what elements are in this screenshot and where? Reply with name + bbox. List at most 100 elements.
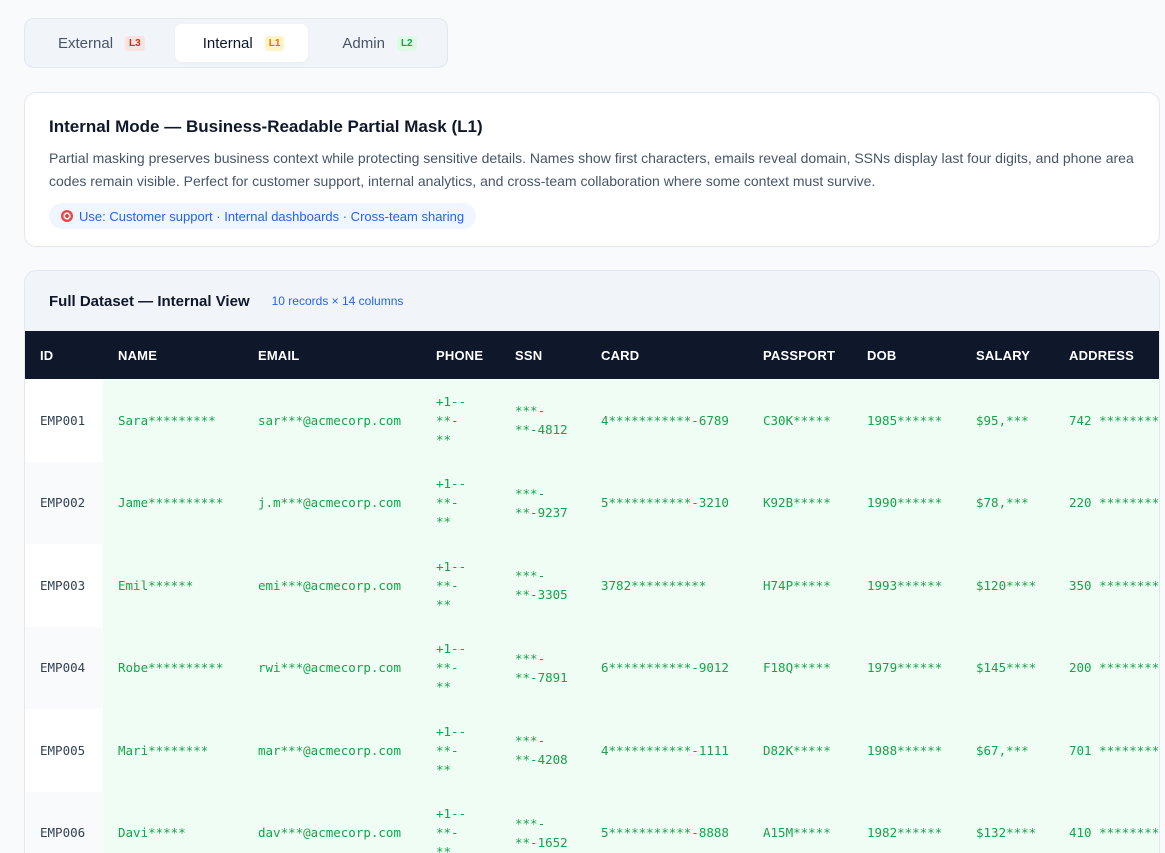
cell-ssn: ***- **-1652 (500, 791, 586, 853)
cell-ssn: ***- **-4208 (500, 709, 586, 792)
cell-ssn-line: **-7891 (515, 669, 568, 685)
tab-admin-level-badge: L2 (396, 35, 417, 51)
cell-phone-line: ** (436, 761, 452, 777)
cell-phone-line: ** (436, 596, 452, 612)
cell-salary: $95,*** (961, 379, 1054, 462)
cell-ssn-line: ***- (515, 650, 546, 666)
table-body: EMP001 Sara********* sar***@acmecorp.com +1… (25, 379, 1159, 853)
cell-passport: D82K***** (748, 709, 852, 792)
cell-name: Mari******** (103, 709, 243, 792)
tab-admin-label: Admin (342, 34, 385, 52)
cell-email: emi***@acmecorp.com (243, 544, 421, 627)
cell-card: 5***********-3210 (586, 461, 748, 544)
mode-description: Partial masking preserves business conte… (49, 150, 1134, 189)
cell-phone-line: +1-- (436, 476, 467, 492)
table-header-row: ID NAME EMAIL PHONE SSN CARD PASSPORT DOB SALARY… (25, 331, 1159, 379)
cell-phone: +1-- **- ** (421, 709, 500, 792)
cell-dob: 1993****** (852, 544, 961, 627)
cell-phone-line: +1-- (436, 558, 467, 574)
cell-dob: 1988****** (852, 709, 961, 792)
column-header-card[interactable]: CARD (586, 331, 748, 379)
cell-ssn-line: ***- (515, 568, 546, 584)
cell-phone-line: **- (436, 412, 459, 428)
table-row[interactable]: EMP001 Sara********* sar***@acmecorp.com +1… (25, 379, 1159, 462)
cell-address: 701 ******** (1054, 709, 1159, 792)
cell-ssn: ***- **-4812 (500, 379, 586, 462)
cell-ssn-line: **-1652 (515, 834, 568, 850)
column-header-email[interactable]: EMAIL (243, 331, 421, 379)
column-header-phone[interactable]: PHONE (421, 331, 500, 379)
cell-name: Jame********** (103, 461, 243, 544)
column-header-passport[interactable]: PASSPORT (748, 331, 852, 379)
cell-name: Emil****** (103, 544, 243, 627)
cell-dob: 1990****** (852, 461, 961, 544)
column-header-address[interactable]: ADDRESS (1054, 331, 1159, 379)
cell-ssn-line: ***- (515, 815, 546, 831)
cell-address: 742 ******** (1054, 379, 1159, 462)
cell-phone: +1-- **- ** (421, 544, 500, 627)
tab-internal-label: Internal (202, 34, 253, 52)
cell-dob: 1985****** (852, 379, 961, 462)
dataset-header: Full Dataset — Internal View 10 records … (25, 271, 1159, 331)
cell-phone-line: ** (436, 431, 452, 447)
cell-phone-line: +1-- (436, 393, 467, 409)
cell-ssn-line: **-3305 (515, 587, 568, 603)
tab-internal-level-badge: L1 (264, 35, 285, 51)
cell-card: 5***********-8888 (586, 791, 748, 853)
cell-address: 350 ******** (1054, 544, 1159, 627)
dataset-title: Full Dataset — Internal View (49, 292, 250, 310)
cell-phone-line: **- (436, 495, 459, 511)
cell-salary: $78,*** (961, 461, 1054, 544)
cell-ssn-line: ***- (515, 485, 546, 501)
cell-card: 4***********-6789 (586, 379, 748, 462)
cell-passport: K92B***** (748, 461, 852, 544)
column-header-ssn[interactable]: SSN (500, 331, 586, 379)
cell-name: Sara********* (103, 379, 243, 462)
column-header-name[interactable]: NAME (103, 331, 243, 379)
table-row[interactable]: EMP006 Davi***** dav***@acmecorp.com +1-- **… (25, 791, 1159, 853)
cell-name: Robe********** (103, 626, 243, 709)
table-row[interactable]: EMP002 Jame********** j.m***@acmecorp.com +… (25, 461, 1159, 544)
cell-address: 200 ******** (1054, 626, 1159, 709)
column-header-salary[interactable]: SALARY (961, 331, 1054, 379)
table-row[interactable]: EMP003 Emil****** emi***@acmecorp.com +1-- *… (25, 544, 1159, 627)
tab-external[interactable]: External L3 (30, 24, 169, 62)
cell-passport: C30K***** (748, 379, 852, 462)
cell-card: 6***********-9012 (586, 626, 748, 709)
use-case-pill: Use: Customer support · Internal dashboa… (49, 203, 477, 229)
cell-id: EMP006 (25, 791, 103, 853)
cell-name: Davi***** (103, 791, 243, 853)
cell-passport: A15M***** (748, 791, 852, 853)
cell-id: EMP005 (25, 709, 103, 792)
cell-ssn: ***- **-7891 (500, 626, 586, 709)
column-header-id[interactable]: ID (25, 331, 103, 379)
cell-phone: +1-- **- ** (421, 791, 500, 853)
cell-ssn-line: **-9237 (515, 504, 568, 520)
dataset-card: Full Dataset — Internal View 10 records … (24, 270, 1160, 853)
cell-phone-line: ** (436, 844, 452, 853)
cell-card: 4***********-1111 (586, 709, 748, 792)
tab-external-label: External (58, 34, 114, 52)
cell-phone-line: **- (436, 660, 459, 676)
cell-ssn: ***- **-3305 (500, 544, 586, 627)
cell-phone: +1-- **- ** (421, 461, 500, 544)
cell-email: rwi***@acmecorp.com (243, 626, 421, 709)
cell-phone: +1-- **- ** (421, 379, 500, 462)
cell-ssn-line: **-4208 (515, 752, 568, 768)
cell-phone-line: ** (436, 514, 452, 530)
cell-email: sar***@acmecorp.com (243, 379, 421, 462)
table-row[interactable]: EMP005 Mari******** mar***@acmecorp.com +1-… (25, 709, 1159, 792)
cell-ssn-line: ***- (515, 733, 546, 749)
cell-phone-line: **- (436, 577, 459, 593)
cell-phone-line: +1-- (436, 723, 467, 739)
dataset-meta: 10 records × 14 columns (271, 294, 404, 308)
cell-salary: $67,*** (961, 709, 1054, 792)
cell-ssn-line: ***- (515, 403, 546, 419)
column-header-dob[interactable]: DOB (852, 331, 961, 379)
tab-internal[interactable]: Internal L1 (174, 24, 309, 62)
use-case-text: Use: Customer support · Internal dashboa… (79, 208, 465, 224)
target-icon (61, 210, 73, 222)
cell-phone-line: +1-- (436, 806, 467, 822)
tab-admin[interactable]: Admin L2 (314, 24, 440, 62)
table-row[interactable]: EMP004 Robe********** rwi***@acmecorp.com +… (25, 626, 1159, 709)
